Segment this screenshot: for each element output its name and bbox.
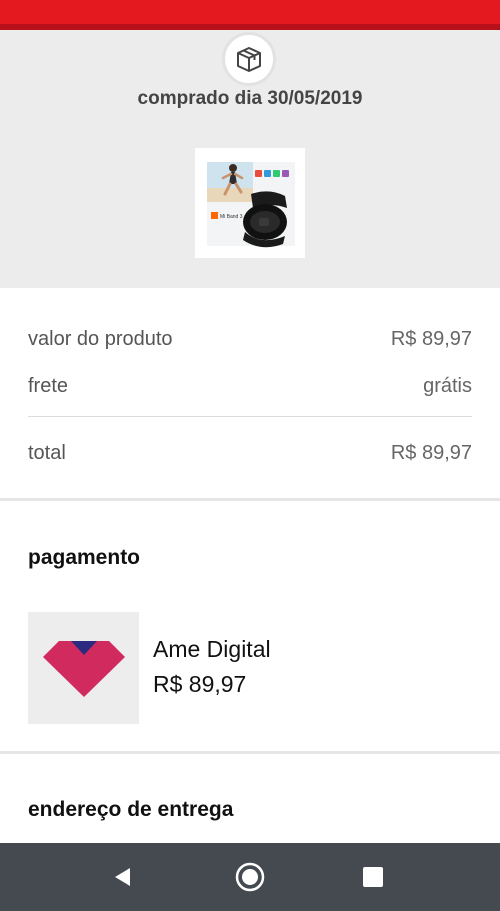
section-divider xyxy=(0,498,500,501)
shipping-label: frete xyxy=(28,375,69,397)
top-accent-bar xyxy=(0,0,500,30)
home-circle-icon[interactable] xyxy=(233,860,267,894)
android-nav-bar xyxy=(0,843,500,911)
total-label: total xyxy=(28,442,66,464)
recents-square-icon[interactable] xyxy=(356,860,390,894)
order-header: comprado dia 30/05/2019 Mi Band 3 xyxy=(0,30,500,288)
summary-divider xyxy=(28,416,472,417)
total-row: total R$ 89,97 xyxy=(28,442,472,472)
band-label: Mi Band 3 xyxy=(220,214,243,220)
payment-amount: R$ 89,97 xyxy=(153,671,247,697)
shipping-value: grátis xyxy=(423,375,472,397)
package-box-icon xyxy=(222,32,276,86)
purchase-date: comprado dia 30/05/2019 xyxy=(137,88,363,109)
back-triangle-icon[interactable] xyxy=(106,860,140,894)
payment-title: pagamento xyxy=(28,546,141,569)
section-divider xyxy=(0,751,500,754)
product-value-row: valor do produto R$ 89,97 xyxy=(28,328,472,358)
delivery-address-title: endereço de entrega xyxy=(28,798,234,821)
product-value-label: valor do produto xyxy=(28,328,173,350)
product-value: R$ 89,97 xyxy=(390,328,472,350)
shipping-row: frete grátis xyxy=(28,375,472,405)
payment-method-name: Ame Digital xyxy=(153,636,271,662)
product-image[interactable]: Mi Band 3 xyxy=(195,148,305,258)
total-value: R$ 89,97 xyxy=(390,442,472,464)
ame-digital-logo xyxy=(28,612,139,724)
